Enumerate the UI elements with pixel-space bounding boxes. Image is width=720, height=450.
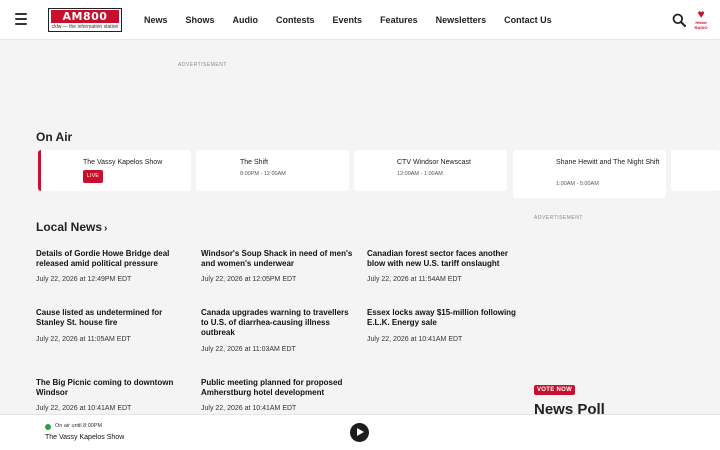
nav-news[interactable]: News <box>144 15 168 25</box>
on-air-show-name: The Vassy Kapelos Show <box>83 159 163 166</box>
chevron-right-icon: › <box>104 223 108 234</box>
live-dot-icon <box>45 424 51 430</box>
on-air-card[interactable]: The Shift 8:00PM - 12:00AM <box>196 150 349 191</box>
nav-contact-us[interactable]: Contact Us <box>504 15 552 25</box>
on-air-show-name: The Shift <box>240 159 269 166</box>
news-headline: Canadian forest sector faces another blo… <box>367 249 508 268</box>
vote-now-badge: VOTE NOW <box>534 385 576 395</box>
nav-contests[interactable]: Contests <box>276 15 315 25</box>
nav-newsletters[interactable]: Newsletters <box>436 15 487 25</box>
news-item[interactable]: Details of Gordie Howe Bridge deal relea… <box>36 249 191 283</box>
on-air-title: On Air <box>36 130 73 144</box>
iheartradio-label: iHeart RADIO <box>694 20 708 30</box>
news-time: July 22, 2026 at 10:41AM EDT <box>201 405 297 412</box>
on-air-card[interactable]: Shane Hewitt and The Night Shift 1:00AM … <box>513 150 666 198</box>
nav-shows[interactable]: Shows <box>186 15 215 25</box>
news-item[interactable]: Public meeting planned for proposed Amhe… <box>201 378 356 412</box>
news-item[interactable]: Cause listed as undetermined for Stanley… <box>36 308 191 343</box>
on-air-card[interactable]: CTV Windsor Newscast 12:00AM - 1:00AM <box>354 150 507 191</box>
on-air-card-current[interactable]: The Vassy Kapelos Show LIVE <box>38 150 191 191</box>
logo-wordmark: AM800 <box>51 10 119 23</box>
news-item[interactable]: Canada upgrades warning to travellers to… <box>201 308 356 353</box>
on-air-show-name: CTV Windsor Newscast <box>397 159 471 166</box>
advertisement-label-top: ADVERTISEMENT <box>178 62 227 68</box>
on-air-status: On air until 8:00PM <box>55 423 103 429</box>
news-time: July 22, 2026 at 12:49PM EDT <box>36 276 132 283</box>
on-air-show-time: 8:00PM - 12:00AM <box>240 171 286 177</box>
news-headline: Public meeting planned for proposed Amhe… <box>201 378 343 397</box>
news-time: July 22, 2026 at 10:41AM EDT <box>367 336 463 343</box>
advertisement-label-side: ADVERTISEMENT <box>534 215 583 221</box>
iheartradio-logo[interactable]: ♥ iHeart RADIO <box>692 8 710 32</box>
news-time: July 22, 2026 at 11:03AM EDT <box>201 346 296 353</box>
on-air-show-time: 12:00AM - 1:00AM <box>397 171 443 177</box>
news-item[interactable]: Essex locks away $15-million following E… <box>367 308 522 343</box>
nav-events[interactable]: Events <box>333 15 363 25</box>
site-header: AM800 cklw — the information station New… <box>0 0 720 40</box>
news-item[interactable]: Windsor's Soup Shack in need of men's an… <box>201 249 356 283</box>
player-show-name[interactable]: The Vassy Kapelos Show <box>45 434 124 441</box>
nav-features[interactable]: Features <box>380 15 418 25</box>
news-headline: Essex locks away $15-million following E… <box>367 308 516 327</box>
heart-icon: ♥ <box>697 7 705 21</box>
logo-tagline: cklw — the information station <box>51 24 119 30</box>
news-headline: Windsor's Soup Shack in need of men's an… <box>201 249 353 268</box>
on-air-show-time: 1:00AM - 5:00AM <box>556 181 599 187</box>
news-time: July 22, 2026 at 11:54AM EDT <box>367 276 462 283</box>
on-air-card-partial[interactable] <box>671 150 720 191</box>
news-time: July 22, 2026 at 11:05AM EDT <box>36 336 131 343</box>
on-air-show-name: Shane Hewitt and The Night Shift <box>556 159 660 166</box>
news-item[interactable]: Canadian forest sector faces another blo… <box>367 249 522 283</box>
news-time: July 22, 2026 at 12:05PM EDT <box>201 276 297 283</box>
news-headline: Details of Gordie Howe Bridge deal relea… <box>36 249 170 268</box>
audio-player-bar: On air until 8:00PM The Vassy Kapelos Sh… <box>0 414 720 450</box>
main-nav: News Shows Audio Contests Events Feature… <box>144 0 570 40</box>
local-news-label: Local News <box>36 220 103 234</box>
play-icon[interactable] <box>350 423 369 442</box>
nav-audio[interactable]: Audio <box>233 15 259 25</box>
local-news-title[interactable]: Local News › <box>36 220 107 234</box>
news-item[interactable]: The Big Picnic coming to downtown Windso… <box>36 378 191 412</box>
search-icon[interactable] <box>672 13 686 27</box>
hamburger-icon[interactable] <box>15 13 27 25</box>
news-headline: Canada upgrades warning to travellers to… <box>201 308 349 337</box>
live-badge: LIVE <box>83 170 103 183</box>
news-time: July 22, 2026 at 10:41AM EDT <box>36 405 132 412</box>
site-logo[interactable]: AM800 cklw — the information station <box>48 8 122 32</box>
news-headline: Cause listed as undetermined for Stanley… <box>36 308 163 327</box>
page: AM800 cklw — the information station New… <box>0 0 720 450</box>
news-headline: The Big Picnic coming to downtown Windso… <box>36 378 174 397</box>
